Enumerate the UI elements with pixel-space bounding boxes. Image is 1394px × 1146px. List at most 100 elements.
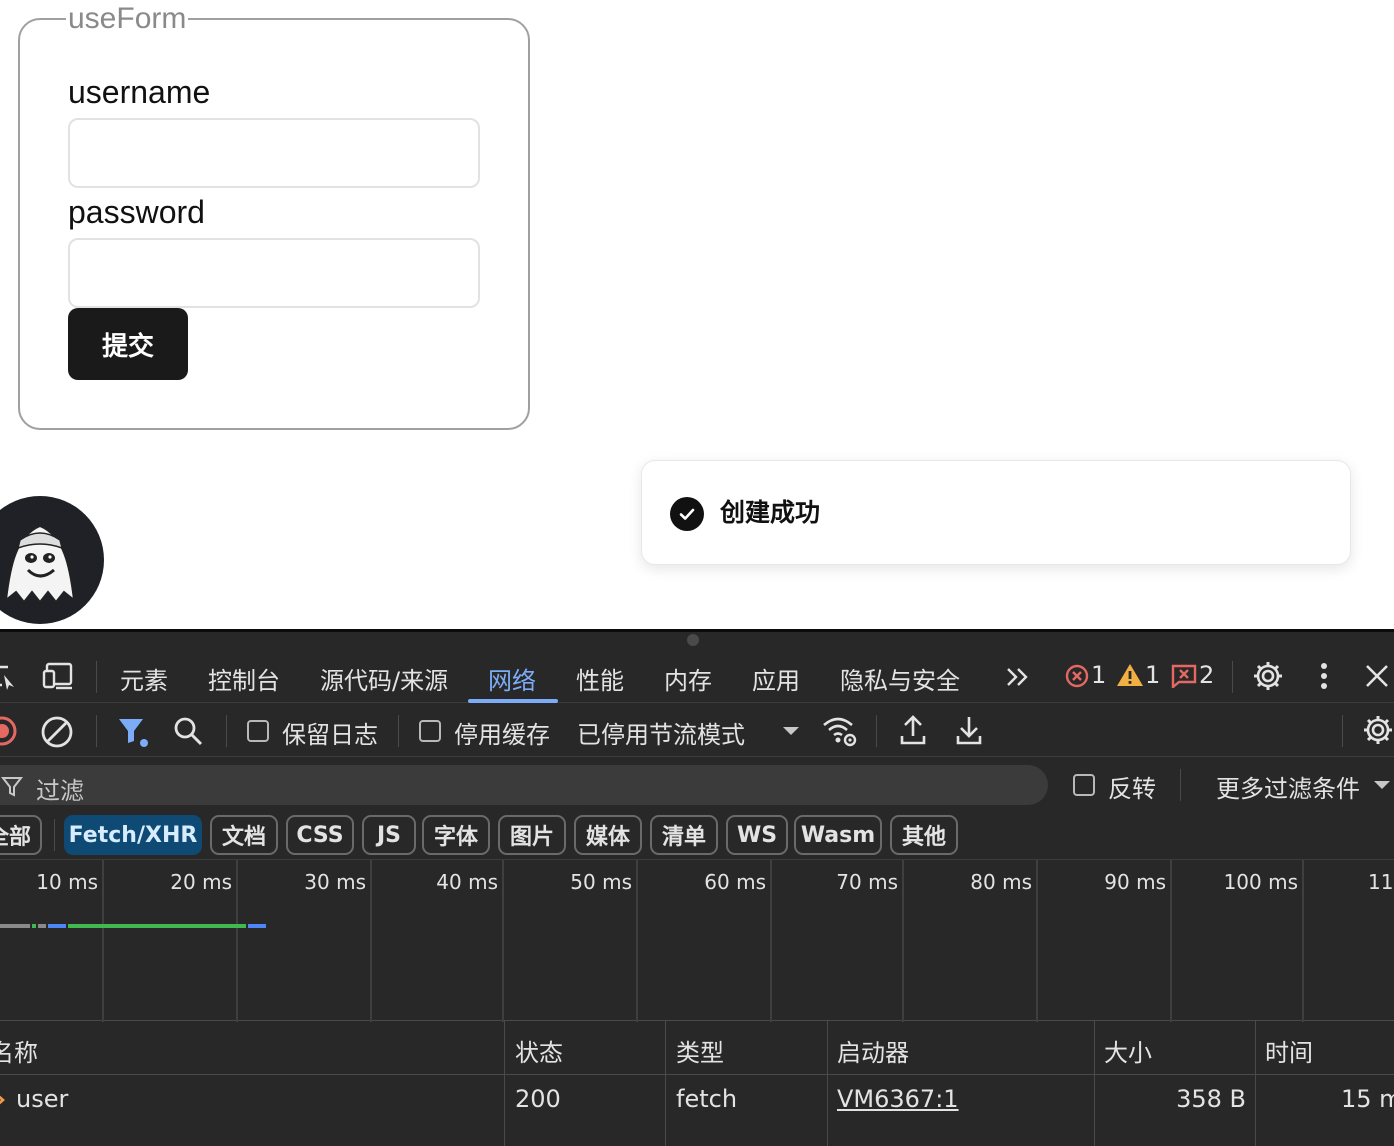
chip-doc[interactable]: 文档 xyxy=(210,815,278,855)
column-size[interactable]: 大小 xyxy=(1104,1033,1152,1068)
separator xyxy=(1342,715,1343,747)
chip-manifest[interactable]: 清单 xyxy=(650,815,718,855)
request-name[interactable]: user xyxy=(16,1085,68,1113)
request-size: 358 B xyxy=(1176,1085,1246,1113)
throttling-select[interactable]: 已停用节流模式 xyxy=(577,715,745,750)
warning-icon[interactable] xyxy=(1116,661,1144,689)
column-name[interactable]: 名称 xyxy=(0,1033,38,1068)
disable-cache-checkbox[interactable] xyxy=(419,720,441,742)
issues-count[interactable]: 2 xyxy=(1199,661,1214,689)
filter-row: 过滤 反转 更多过滤条件 xyxy=(0,757,1394,813)
invert-label[interactable]: 反转 xyxy=(1108,769,1156,804)
chip-media[interactable]: 媒体 xyxy=(574,815,642,855)
timeline-bar-waiting xyxy=(68,924,246,928)
devtools-divider[interactable] xyxy=(0,629,1394,632)
username-input[interactable] xyxy=(68,118,480,188)
timeline-gridline xyxy=(502,860,504,1022)
success-toast: 创建成功 xyxy=(641,460,1351,565)
password-input[interactable] xyxy=(68,238,480,308)
chip-wasm[interactable]: Wasm xyxy=(794,815,882,855)
timeline-tick: 80 ms xyxy=(970,870,1032,894)
filter-icon xyxy=(0,775,24,797)
timeline-bar-connect xyxy=(32,924,36,928)
clear-icon[interactable] xyxy=(40,715,74,749)
preserve-log-checkbox[interactable] xyxy=(247,720,269,742)
record-stop-icon[interactable] xyxy=(0,715,18,747)
toast-message: 创建成功 xyxy=(720,498,821,527)
tab-privacy-security[interactable]: 隐私与安全 xyxy=(840,661,960,696)
chip-css[interactable]: CSS xyxy=(286,815,354,855)
column-initiator[interactable]: 启动器 xyxy=(837,1033,909,1068)
more-tabs-chevron-icon[interactable] xyxy=(1004,663,1034,691)
preserve-log-label[interactable]: 保留日志 xyxy=(282,715,378,750)
filter-input[interactable]: 过滤 xyxy=(0,765,1048,805)
disable-cache-label[interactable]: 停用缓存 xyxy=(454,715,550,750)
settings-gear-icon[interactable] xyxy=(1252,660,1284,692)
requests-table-header: 名称 状态 类型 启动器 大小 时间 xyxy=(0,1021,1394,1075)
dropdown-arrow-icon[interactable] xyxy=(780,721,802,741)
tab-performance[interactable]: 性能 xyxy=(576,661,624,696)
request-type: fetch xyxy=(676,1085,738,1113)
resize-handle[interactable] xyxy=(687,634,699,646)
column-time[interactable]: 时间 xyxy=(1265,1033,1313,1068)
search-icon[interactable] xyxy=(172,715,204,747)
check-circle-icon xyxy=(670,497,704,531)
chip-other[interactable]: 其他 xyxy=(890,815,958,855)
timeline-gridline xyxy=(902,860,904,1022)
devtools-tab-bar: 元素 控制台 源代码/来源 网络 性能 内存 应用 隐私与安全 1 1 2 xyxy=(0,647,1394,703)
devtools-panel: 元素 控制台 源代码/来源 网络 性能 内存 应用 隐私与安全 1 1 2 保留… xyxy=(0,629,1394,1146)
column-type[interactable]: 类型 xyxy=(676,1033,724,1068)
dropdown-arrow-icon[interactable] xyxy=(1372,775,1392,795)
timeline-bar-download xyxy=(248,924,266,928)
chip-img[interactable]: 图片 xyxy=(498,815,566,855)
filter-funnel-icon[interactable] xyxy=(116,715,150,749)
more-options-icon[interactable] xyxy=(1312,660,1336,692)
import-har-icon[interactable] xyxy=(898,713,928,747)
device-toggle-icon[interactable] xyxy=(42,661,76,691)
fetch-request-icon xyxy=(0,1087,8,1113)
ghost-avatar-icon[interactable] xyxy=(0,496,104,624)
timeline-gridline xyxy=(1302,860,1304,1022)
chip-all[interactable]: 全部 xyxy=(0,815,42,855)
tab-application[interactable]: 应用 xyxy=(752,661,800,696)
timeline-gridline xyxy=(1170,860,1172,1022)
table-row[interactable]: user 200 fetch VM6367:1 358 B 15 m xyxy=(0,1075,1394,1127)
filter-placeholder: 过滤 xyxy=(36,777,84,805)
tab-sources[interactable]: 源代码/来源 xyxy=(320,661,448,696)
tab-elements[interactable]: 元素 xyxy=(120,661,168,696)
username-label: username xyxy=(68,74,211,110)
password-label: password xyxy=(68,194,205,230)
tab-console[interactable]: 控制台 xyxy=(208,661,280,696)
timeline-gridline xyxy=(370,860,372,1022)
timeline-tick: 40 ms xyxy=(436,870,498,894)
timeline-gridline xyxy=(1036,860,1038,1022)
timeline-tick: 70 ms xyxy=(836,870,898,894)
network-timeline-overview[interactable]: 10 ms 20 ms 30 ms 40 ms 50 ms 60 ms 70 m… xyxy=(0,859,1394,1022)
invert-checkbox[interactable] xyxy=(1073,774,1095,796)
network-conditions-icon[interactable] xyxy=(820,713,860,749)
request-time: 15 m xyxy=(1341,1085,1394,1113)
chip-js[interactable]: JS xyxy=(362,815,416,855)
close-icon[interactable] xyxy=(1362,661,1392,691)
resource-type-filters: 全部 Fetch/XHR 文档 CSS JS 字体 图片 媒体 清单 WS Wa… xyxy=(0,813,1394,859)
chip-fetch-xhr[interactable]: Fetch/XHR xyxy=(64,815,202,855)
submit-button[interactable]: 提交 xyxy=(68,308,188,380)
tab-network[interactable]: 网络 xyxy=(488,661,536,696)
separator xyxy=(226,715,227,747)
chip-font[interactable]: 字体 xyxy=(422,815,490,855)
request-initiator-link[interactable]: VM6367:1 xyxy=(837,1085,959,1113)
error-count[interactable]: 1 xyxy=(1091,661,1106,689)
column-status[interactable]: 状态 xyxy=(515,1033,563,1068)
request-status: 200 xyxy=(515,1085,561,1113)
issues-icon[interactable] xyxy=(1170,663,1198,689)
tab-memory[interactable]: 内存 xyxy=(664,661,712,696)
more-filters-select[interactable]: 更多过滤条件 xyxy=(1216,769,1360,804)
inspect-element-icon[interactable] xyxy=(0,661,16,691)
error-icon[interactable] xyxy=(1064,663,1090,689)
chip-ws[interactable]: WS xyxy=(726,815,788,855)
timeline-tick: 110 xyxy=(1368,870,1394,894)
network-settings-gear-icon[interactable] xyxy=(1362,714,1394,746)
warning-count[interactable]: 1 xyxy=(1145,661,1160,689)
timeline-gridline xyxy=(236,860,238,1022)
export-har-icon[interactable] xyxy=(954,713,984,747)
